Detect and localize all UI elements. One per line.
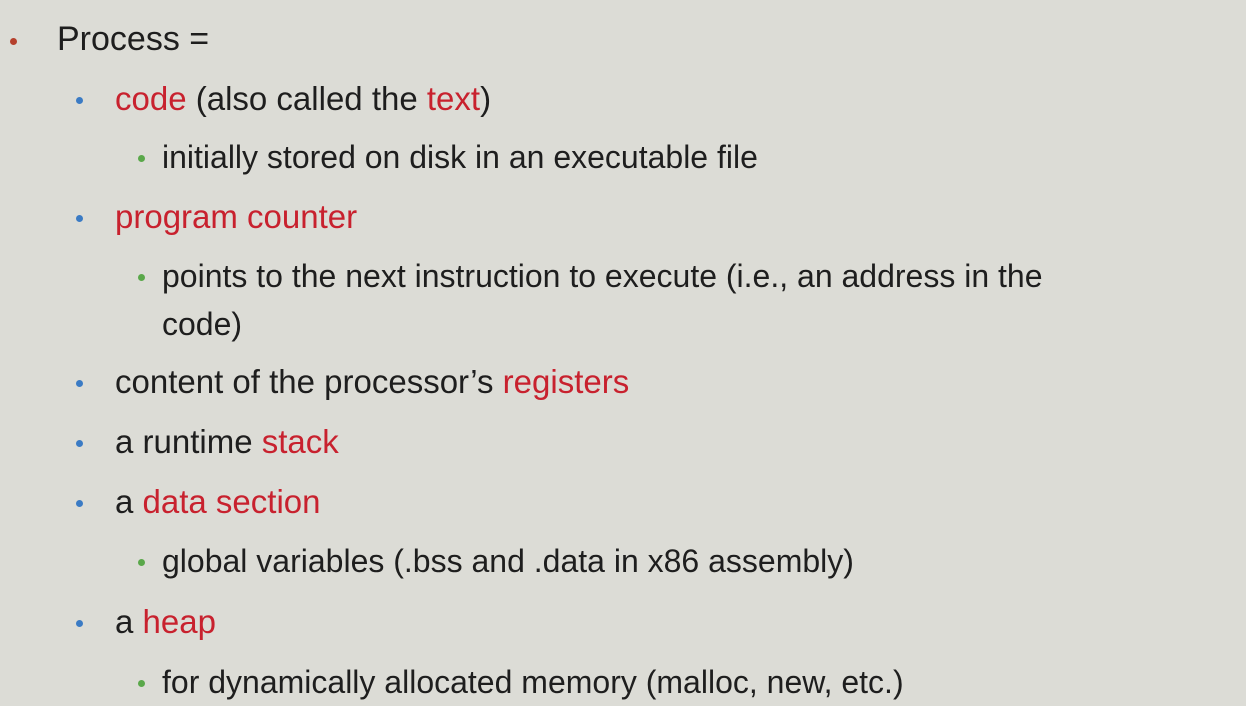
item-data-section-text: a [115, 483, 143, 520]
sub-item-text: initially stored on disk in an executabl… [162, 139, 758, 175]
item-code-text: (also called the [186, 80, 427, 117]
bullet-level1 [76, 620, 83, 627]
term-heap: heap [142, 603, 216, 640]
term-data-section: data section [142, 483, 321, 520]
bullet-level1 [76, 500, 83, 507]
sub-item-code-storage: initially stored on disk in an executabl… [162, 141, 758, 173]
term-stack: stack [261, 423, 339, 460]
sub-item-pc-line1: points to the next instruction to execut… [162, 260, 1043, 292]
sub-item-text: global variables (.bss and .data in x86 … [162, 543, 854, 579]
term-registers: registers [502, 363, 630, 400]
bullet-level2 [138, 559, 145, 566]
bullet-level1 [76, 215, 83, 222]
bullet-level0 [10, 38, 17, 45]
item-stack: a runtime stack [115, 425, 339, 458]
item-code: code (also called the text) [115, 82, 491, 115]
bullet-level2 [138, 680, 145, 687]
item-code-close: ) [480, 80, 492, 117]
item-data-section: a data section [115, 485, 321, 518]
term-text: text [426, 80, 481, 117]
bullet-level1 [76, 380, 83, 387]
bullet-level1 [76, 97, 83, 104]
bullet-level2 [138, 155, 145, 162]
sub-item-text: for dynamically allocated memory (malloc… [162, 664, 904, 700]
bullet-level1 [76, 440, 83, 447]
item-heap-text: a [115, 603, 143, 640]
heading-text: Process = [57, 20, 210, 58]
sub-item-text: code) [162, 306, 243, 342]
sub-item-data-section: global variables (.bss and .data in x86 … [162, 545, 854, 577]
sub-item-text: points to the next instruction to execut… [162, 258, 1043, 294]
item-stack-text: a runtime [115, 423, 262, 460]
sub-item-pc-line2: code) [162, 308, 242, 340]
item-registers: content of the processor’s registers [115, 365, 629, 398]
item-program-counter: program counter [115, 200, 357, 233]
term-program-counter: program counter [115, 198, 358, 235]
slide: Process = code (also called the text) in… [0, 0, 1246, 706]
term-code: code [115, 80, 187, 117]
bullet-level2 [138, 274, 145, 281]
slide-heading: Process = [57, 22, 209, 56]
item-registers-text: content of the processor’s [115, 363, 503, 400]
item-heap: a heap [115, 605, 216, 638]
sub-item-heap: for dynamically allocated memory (malloc… [162, 666, 904, 698]
